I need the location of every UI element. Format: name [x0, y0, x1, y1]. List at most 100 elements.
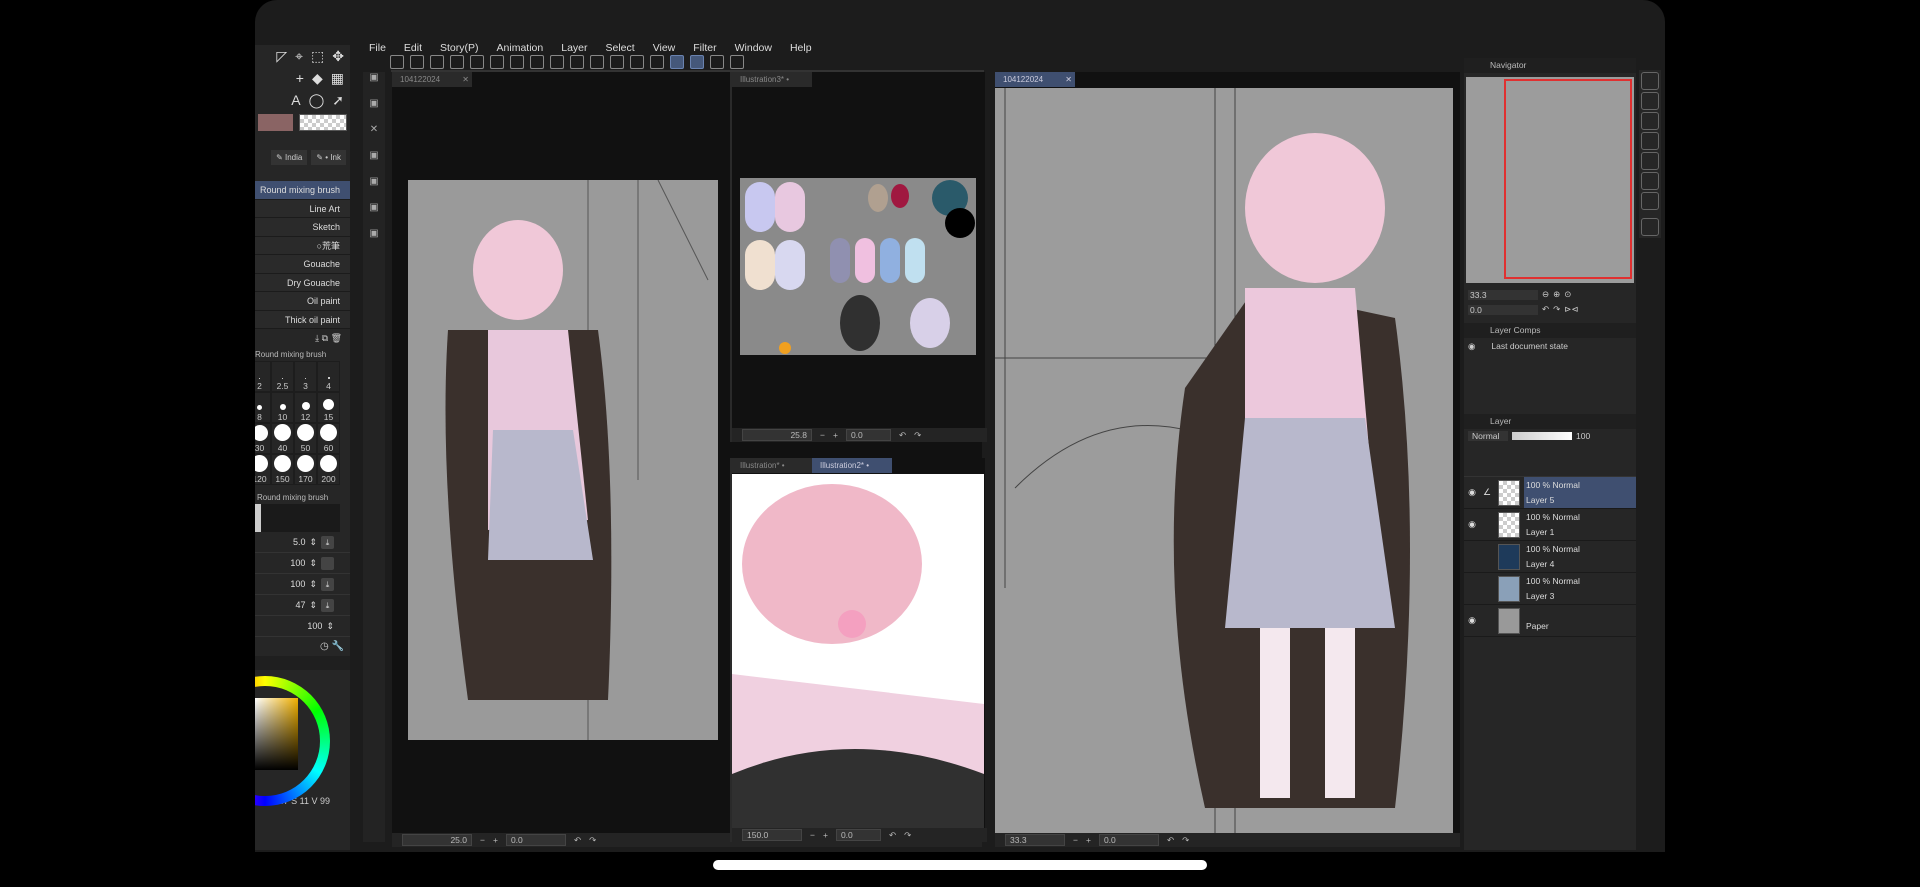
trash-icon[interactable]: 🗑: [331, 333, 342, 343]
brush-item[interactable]: ○荒筆: [255, 236, 350, 255]
property-value[interactable]: 100: [290, 579, 305, 589]
brush-size-option[interactable]: 150: [271, 454, 294, 485]
zoom-out-icon[interactable]: −: [1073, 835, 1078, 845]
open-file-icon[interactable]: [430, 55, 444, 69]
property-value[interactable]: 100: [290, 558, 305, 568]
brush-item[interactable]: Dry Gouache: [255, 273, 350, 292]
eye-icon[interactable]: ◉: [1468, 341, 1475, 352]
rotate-right-icon[interactable]: ↷: [1182, 835, 1189, 846]
save-icon[interactable]: [450, 55, 464, 69]
brush-size-option[interactable]: 50: [294, 423, 317, 454]
pen-tool-icon[interactable]: ◸: [276, 48, 287, 65]
rotate-right-icon[interactable]: ↷: [914, 430, 921, 441]
brush-item[interactable]: Sketch: [255, 218, 350, 237]
rotate-right-icon[interactable]: ↷: [589, 835, 596, 846]
blend-mode-select[interactable]: Normal: [1468, 431, 1508, 441]
close-icon[interactable]: ✕: [1065, 75, 1072, 84]
folder-icon[interactable]: ▣: [363, 202, 385, 228]
pen-pressure-icon[interactable]: [670, 55, 684, 69]
tab-104122024[interactable]: 104122024 ✕: [392, 72, 472, 87]
wrench-icon[interactable]: 🔧: [332, 641, 344, 652]
menu-help[interactable]: Help: [781, 38, 821, 58]
download-icon[interactable]: ⤓: [321, 535, 334, 549]
navigator-view-frame[interactable]: [1504, 79, 1632, 279]
text-tool-icon[interactable]: A: [291, 92, 300, 108]
layer-row[interactable]: ◉ 100 % Normal Layer 1: [1464, 509, 1636, 541]
opacity-slider[interactable]: [1512, 432, 1572, 440]
brush-size-option[interactable]: 200: [317, 454, 340, 485]
zoom-in-icon[interactable]: +: [1086, 835, 1091, 845]
layer-row[interactable]: 100 % Normal Layer 4: [1464, 541, 1636, 573]
navigator-preview[interactable]: [1466, 77, 1634, 283]
layer-comp-item[interactable]: ◉ Last document state: [1464, 338, 1636, 354]
brush-size-option[interactable]: 30: [255, 423, 271, 454]
fill-icon[interactable]: [550, 55, 564, 69]
brush-size-option[interactable]: 3: [294, 361, 317, 392]
tab-illustration[interactable]: Illustration* •: [732, 458, 812, 473]
zoom-out-icon[interactable]: −: [480, 835, 485, 845]
new-file-icon[interactable]: [410, 55, 424, 69]
brush-size-option[interactable]: 2.5: [271, 361, 294, 392]
brush-size-option[interactable]: 170: [294, 454, 317, 485]
rotate-right-icon[interactable]: ↷: [1553, 304, 1560, 315]
copy-icon[interactable]: ⧉: [322, 333, 328, 343]
rotate-left-icon[interactable]: ↶: [1542, 304, 1549, 315]
artwork-canvas[interactable]: [995, 88, 1453, 833]
sub-color-swatch[interactable]: [298, 114, 347, 131]
home-indicator[interactable]: [713, 860, 1207, 870]
zoom-out-icon[interactable]: −: [820, 430, 825, 440]
subtool-tab-ink[interactable]: ✎ • Ink: [311, 150, 346, 165]
brush-item[interactable]: Gouache: [255, 255, 350, 274]
navigator-icon[interactable]: [1641, 72, 1659, 90]
folder-icon[interactable]: ▣: [363, 228, 385, 254]
search-icon[interactable]: [1641, 192, 1659, 210]
eye-icon[interactable]: ◉: [1464, 519, 1480, 530]
zoom-in-icon[interactable]: ⊕: [1553, 289, 1560, 300]
folder-icon[interactable]: ▣: [363, 72, 385, 98]
property-value[interactable]: 5.0: [293, 537, 306, 547]
layer-icon[interactable]: [1641, 112, 1659, 130]
brush-size-option[interactable]: 40: [271, 423, 294, 454]
zoom-out-icon[interactable]: −: [810, 830, 815, 840]
lasso-tool-icon[interactable]: ◯: [309, 92, 325, 109]
brush-size-option[interactable]: 60: [317, 423, 340, 454]
angle-field[interactable]: 0.0: [1098, 834, 1159, 846]
snap-icon[interactable]: [610, 55, 624, 69]
close-icon[interactable]: ✕: [462, 75, 469, 84]
angle-field[interactable]: 0.0: [505, 834, 566, 846]
rotate-left-icon[interactable]: ↶: [574, 835, 581, 846]
tab-104122024-active[interactable]: 104122024 ✕: [995, 72, 1075, 87]
color-wheel[interactable]: [255, 670, 350, 810]
layer-row[interactable]: ◉ Paper: [1464, 605, 1636, 637]
download-icon[interactable]: ⤓: [321, 598, 334, 612]
redo-icon[interactable]: [490, 55, 504, 69]
subtool-tab-india[interactable]: ✎ India: [271, 150, 308, 165]
tab-illustration2[interactable]: Illustration2* •: [812, 458, 892, 473]
snap-grid-icon[interactable]: [630, 55, 644, 69]
brush-size-option[interactable]: 15: [317, 392, 340, 423]
move-tool-icon[interactable]: ✥: [332, 48, 344, 65]
snap-ruler-icon[interactable]: [590, 55, 604, 69]
eraser-tool-icon[interactable]: ◆: [312, 70, 323, 87]
reset-icon[interactable]: ◷: [320, 641, 329, 652]
brush-size-option[interactable]: 4: [317, 361, 340, 392]
property-value[interactable]: 100: [307, 621, 322, 631]
help-icon[interactable]: [730, 55, 744, 69]
brush-item[interactable]: Thick oil paint: [255, 310, 350, 329]
brush-item[interactable]: Round mixing brush: [255, 181, 350, 200]
navigator-angle-field[interactable]: 0.0: [1468, 304, 1538, 315]
download-icon[interactable]: ⤓: [315, 333, 319, 343]
angle-field[interactable]: 0.0: [835, 829, 881, 841]
folder-icon[interactable]: ▣: [363, 150, 385, 176]
zoom-out-icon[interactable]: ⊖: [1542, 289, 1549, 300]
zoom-in-icon[interactable]: +: [823, 830, 828, 840]
layer-row[interactable]: ◉ ∠ 100 % Normal Layer 5: [1464, 477, 1636, 509]
brush-size-option[interactable]: 120: [255, 454, 271, 485]
eye-icon[interactable]: ◉: [1464, 487, 1480, 498]
rotate-right-icon[interactable]: ↷: [904, 830, 911, 841]
artwork-canvas[interactable]: [408, 179, 718, 740]
zoom-in-icon[interactable]: +: [833, 430, 838, 440]
brush-size-option[interactable]: 12: [294, 392, 317, 423]
saturation-square[interactable]: [255, 698, 298, 770]
palette-canvas[interactable]: [740, 178, 976, 355]
